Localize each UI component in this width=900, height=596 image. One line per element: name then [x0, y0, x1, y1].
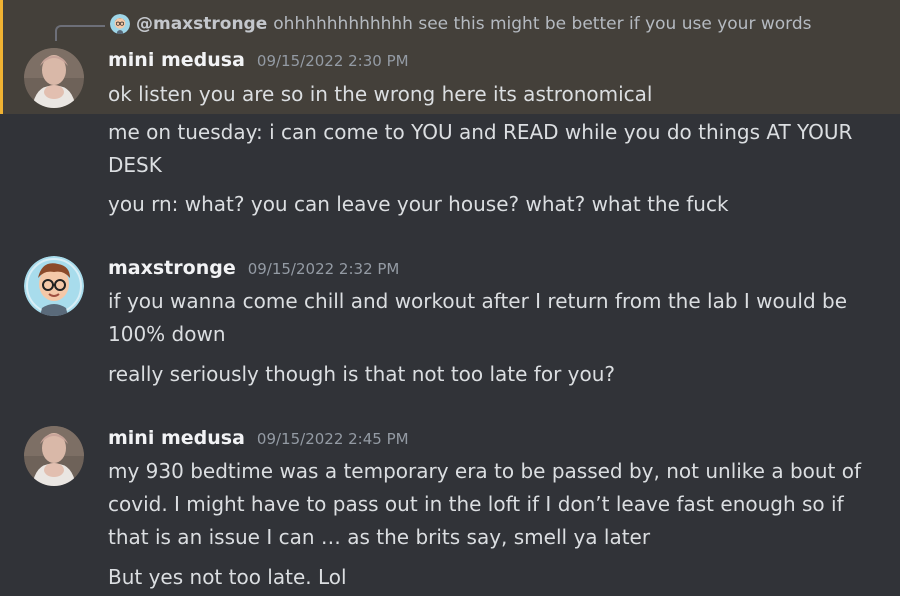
author-name[interactable]: maxstronge [108, 257, 236, 279]
timestamp: 09/15/2022 2:45 PM [256, 430, 409, 448]
reply-author[interactable]: @maxstronge [136, 14, 267, 34]
avatar[interactable] [24, 48, 84, 108]
avatar[interactable] [24, 256, 84, 316]
message-text: ok listen you are so in the wrong here i… [108, 82, 653, 106]
message-text: if you wanna come chill and workout afte… [108, 289, 848, 346]
message-text: you rn: what? you can leave your house? … [108, 192, 729, 216]
reply-preview[interactable]: @maxstronge ohhhhhhhhhhhh see this might… [110, 13, 812, 35]
message-text: But yes not too late. Lol [108, 565, 347, 589]
message-text: really seriously though is that not too … [108, 362, 616, 386]
message-header: mini medusa 09/15/2022 2:45 PM [108, 427, 409, 449]
author-name[interactable]: mini medusa [108, 49, 245, 71]
reply-connector [55, 25, 105, 41]
author-name[interactable]: mini medusa [108, 427, 245, 449]
message-text: me on tuesday: i can come to YOU and REA… [108, 120, 853, 177]
timestamp: 09/15/2022 2:30 PM [256, 52, 409, 70]
timestamp: 09/15/2022 2:32 PM [247, 260, 400, 278]
message-header: maxstronge 09/15/2022 2:32 PM [108, 257, 399, 279]
message-header: mini medusa 09/15/2022 2:30 PM [108, 49, 409, 71]
reply-text[interactable]: ohhhhhhhhhhhh see this might be better i… [273, 14, 811, 34]
message-text: my 930 bedtime was a temporary era to be… [108, 459, 862, 549]
reply-avatar[interactable] [110, 14, 130, 34]
avatar[interactable] [24, 426, 84, 486]
